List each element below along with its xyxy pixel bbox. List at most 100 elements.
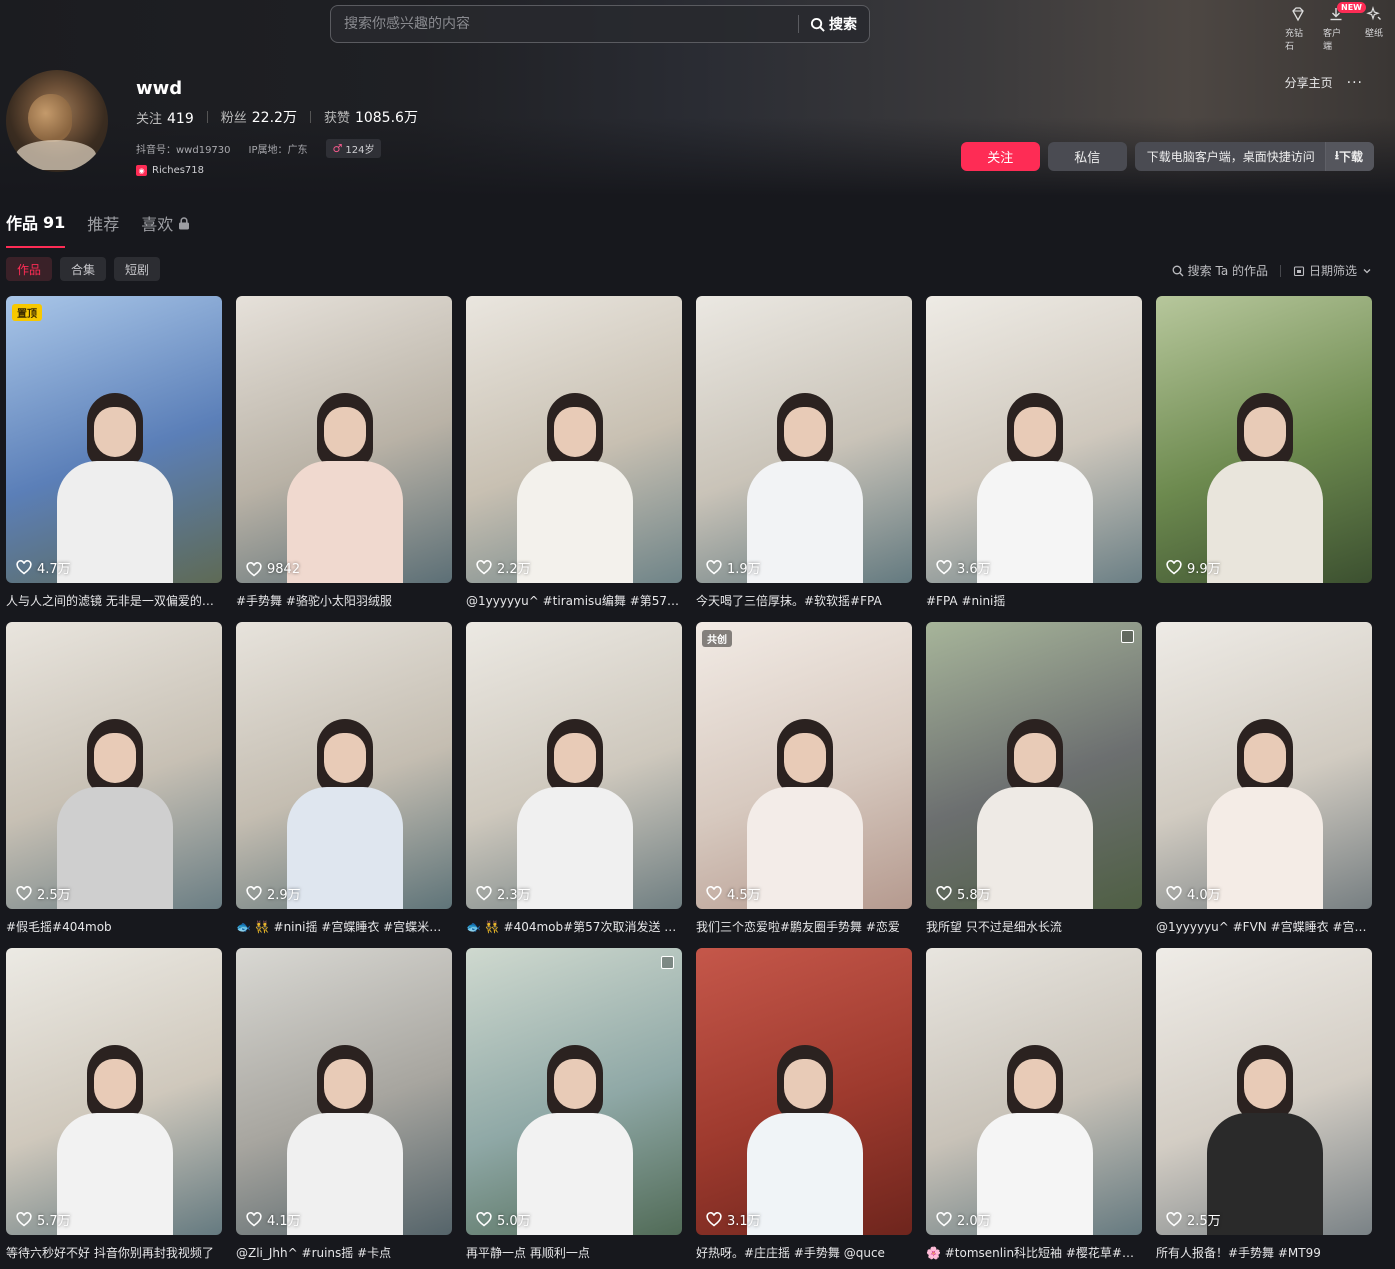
video-subject bbox=[739, 719, 869, 909]
subject-body bbox=[1207, 1113, 1323, 1235]
video-thumbnail[interactable]: 2.2万 bbox=[466, 296, 682, 583]
video-thumbnail[interactable]: 置顶 4.7万 bbox=[6, 296, 222, 583]
video-card[interactable]: 4.1万 @Zli_Jhh^ #ruins摇 #卡点 bbox=[236, 948, 452, 1262]
heart-icon bbox=[1166, 1212, 1182, 1227]
chip-collections[interactable]: 合集 bbox=[60, 257, 107, 281]
subject-face bbox=[324, 1059, 366, 1109]
tab-recommend[interactable]: 推荐 bbox=[87, 210, 119, 248]
video-thumbnail[interactable]: 9.9万 bbox=[1156, 296, 1372, 583]
video-card[interactable]: 9.9万 bbox=[1156, 296, 1372, 610]
video-card[interactable]: 1.9万今天喝了三倍厚抹。#软软摇#FPA bbox=[696, 296, 912, 610]
video-likes-count: 3.1万 bbox=[727, 1214, 761, 1229]
subject-body bbox=[287, 1113, 403, 1235]
video-card[interactable]: 5.0万再平静一点 再顺利一点 bbox=[466, 948, 682, 1262]
video-card[interactable]: 4.0万 @1yyyyyu^ #FVN #宫蝶睡衣 #宫蝶米菲 bbox=[1156, 622, 1372, 936]
avatar[interactable] bbox=[6, 70, 108, 172]
search-button[interactable]: 搜索 bbox=[799, 14, 869, 34]
video-card[interactable]: 2.0万 🌸 #tomsenlin科比短袖 #樱花草#手势舞 bbox=[926, 948, 1142, 1262]
followers-stat[interactable]: 粉丝 22.2万 bbox=[221, 107, 297, 127]
video-card[interactable]: 置顶 4.7万人与人之间的滤镜 无非是一双偏爱的眼睛 bbox=[6, 296, 222, 610]
video-thumbnail[interactable]: 4.0万 bbox=[1156, 622, 1372, 909]
video-caption[interactable]: @1yyyyyu^ #FVN #宫蝶睡衣 #宫蝶米菲 bbox=[1156, 918, 1372, 936]
search-icon bbox=[1172, 265, 1184, 276]
stat-divider bbox=[309, 111, 311, 123]
video-caption[interactable] bbox=[1156, 592, 1372, 610]
video-caption[interactable]: 再平静一点 再顺利一点 bbox=[466, 1244, 682, 1262]
video-card[interactable]: 2.3万 🐟 👯 #404mob#第57次取消发送 #手势舞 bbox=[466, 622, 682, 936]
video-card[interactable]: 共创 4.5万我们三个恋爱啦#鹏友圈手势舞 #恋爱 bbox=[696, 622, 912, 936]
video-thumbnail[interactable]: 2.5万 bbox=[6, 622, 222, 909]
video-likes: 9842 bbox=[246, 562, 300, 577]
video-caption[interactable]: #手势舞 #骆驼小太阳羽绒服 bbox=[236, 592, 452, 610]
video-thumbnail[interactable]: 3.6万 bbox=[926, 296, 1142, 583]
following-stat[interactable]: 关注 419 bbox=[136, 108, 194, 127]
video-thumbnail[interactable]: 2.3万 bbox=[466, 622, 682, 909]
video-caption[interactable]: 好热呀。#庄庄摇 #手势舞 @quce bbox=[696, 1244, 912, 1262]
follow-button[interactable]: 关注 bbox=[960, 142, 1040, 171]
video-caption[interactable]: #假毛摇#404mob bbox=[6, 918, 222, 936]
share-profile-button[interactable]: 分享主页 bbox=[1285, 74, 1333, 91]
linked-account[interactable]: ◉ Riches718 bbox=[136, 165, 418, 176]
video-caption[interactable]: 等待六秒好不好 抖音你别再封我视频了 bbox=[6, 1244, 222, 1262]
video-card[interactable]: 5.7万等待六秒好不好 抖音你别再封我视频了 bbox=[6, 948, 222, 1262]
video-likes-count: 5.0万 bbox=[497, 1214, 531, 1229]
video-likes: 5.7万 bbox=[16, 1210, 71, 1229]
video-thumbnail[interactable]: 5.8万 bbox=[926, 622, 1142, 909]
subject-body bbox=[1207, 787, 1323, 909]
chip-works[interactable]: 作品 bbox=[6, 257, 53, 281]
video-thumbnail[interactable]: 2.5万 bbox=[1156, 948, 1372, 1235]
tab-works[interactable]: 作品 91 bbox=[6, 210, 66, 248]
recharge-diamond-button[interactable]: 充钻石 bbox=[1285, 6, 1311, 52]
search-input[interactable] bbox=[331, 16, 798, 32]
douyin-id: 抖音号：wwd19730 bbox=[136, 145, 231, 156]
video-likes: 3.1万 bbox=[706, 1210, 761, 1229]
video-likes: 4.5万 bbox=[706, 884, 761, 903]
video-caption[interactable]: 所有人报备！#手势舞 #MT99 bbox=[1156, 1244, 1372, 1262]
video-thumbnail[interactable]: 4.1万 bbox=[236, 948, 452, 1235]
video-caption[interactable]: 🐟 👯 #nini摇 #宫蝶睡衣 #宫蝶米菲睡衣 bbox=[236, 918, 452, 936]
video-thumbnail[interactable]: 5.7万 bbox=[6, 948, 222, 1235]
message-button[interactable]: 私信 bbox=[1047, 142, 1127, 171]
subject-body bbox=[1207, 461, 1323, 583]
video-caption[interactable]: 🐟 👯 #404mob#第57次取消发送 #手势舞 bbox=[466, 918, 682, 936]
video-thumbnail[interactable]: 2.9万 bbox=[236, 622, 452, 909]
video-caption[interactable]: 今天喝了三倍厚抹。#软软摇#FPA bbox=[696, 592, 912, 610]
video-caption[interactable]: @Zli_Jhh^ #ruins摇 #卡点 bbox=[236, 1244, 452, 1262]
wallpaper-button[interactable]: 壁纸 bbox=[1361, 6, 1387, 52]
download-button[interactable]: ⭳ 下载 bbox=[1324, 142, 1374, 171]
search-works-label: 搜索 Ta 的作品 bbox=[1187, 264, 1268, 278]
video-card[interactable]: 2.5万 #假毛摇#404mob bbox=[6, 622, 222, 936]
subject-body bbox=[517, 787, 633, 909]
video-thumbnail[interactable]: 5.0万 bbox=[466, 948, 682, 1235]
video-caption[interactable]: 人与人之间的滤镜 无非是一双偏爱的眼睛 bbox=[6, 592, 222, 610]
video-thumbnail[interactable]: 1.9万 bbox=[696, 296, 912, 583]
video-card[interactable]: 5.8万我所望 只不过是细水长流 bbox=[926, 622, 1142, 936]
video-card[interactable]: 3.1万好热呀。#庄庄摇 #手势舞 @quce bbox=[696, 948, 912, 1262]
video-caption[interactable]: 我所望 只不过是细水长流 bbox=[926, 918, 1142, 936]
video-likes-count: 2.3万 bbox=[497, 888, 531, 903]
chip-short-drama[interactable]: 短剧 bbox=[114, 257, 161, 281]
subject-face bbox=[554, 407, 596, 457]
date-filter-button[interactable]: 日期筛选 bbox=[1293, 262, 1373, 279]
more-options-icon[interactable]: ··· bbox=[1347, 75, 1363, 91]
download-client-banner[interactable]: 下载电脑客户端，桌面快捷访问 ⭳ 下载 bbox=[1134, 142, 1374, 171]
video-thumbnail[interactable]: 2.0万 bbox=[926, 948, 1142, 1235]
video-caption[interactable]: 我们三个恋爱啦#鹏友圈手势舞 #恋爱 bbox=[696, 918, 912, 936]
video-card[interactable]: 2.9万 🐟 👯 #nini摇 #宫蝶睡衣 #宫蝶米菲睡衣 bbox=[236, 622, 452, 936]
search-works-button[interactable]: 搜索 Ta 的作品 bbox=[1172, 262, 1268, 279]
video-caption[interactable]: @1yyyyyu^ #tiramisu编舞 #第57次取消发送 bbox=[466, 592, 682, 610]
video-caption[interactable]: 🌸 #tomsenlin科比短袖 #樱花草#手势舞 bbox=[926, 1244, 1142, 1262]
video-thumbnail[interactable]: 9842 bbox=[236, 296, 452, 583]
subject-body bbox=[977, 461, 1093, 583]
video-card[interactable]: 9842 #手势舞 #骆驼小太阳羽绒服 bbox=[236, 296, 452, 610]
tab-likes[interactable]: 喜欢 bbox=[141, 210, 190, 248]
client-download-button[interactable]: NEW 客户端 bbox=[1323, 2, 1366, 52]
video-card[interactable]: 2.2万 @1yyyyyu^ #tiramisu编舞 #第57次取消发送 bbox=[466, 296, 682, 610]
tab-count: 91 bbox=[43, 212, 66, 232]
video-thumbnail[interactable]: 3.1万 bbox=[696, 948, 912, 1235]
subject-body bbox=[57, 787, 173, 909]
video-card[interactable]: 3.6万 #FPA #nini摇 bbox=[926, 296, 1142, 610]
video-caption[interactable]: #FPA #nini摇 bbox=[926, 592, 1142, 610]
video-card[interactable]: 2.5万所有人报备！#手势舞 #MT99 bbox=[1156, 948, 1372, 1262]
video-thumbnail[interactable]: 共创 4.5万 bbox=[696, 622, 912, 909]
